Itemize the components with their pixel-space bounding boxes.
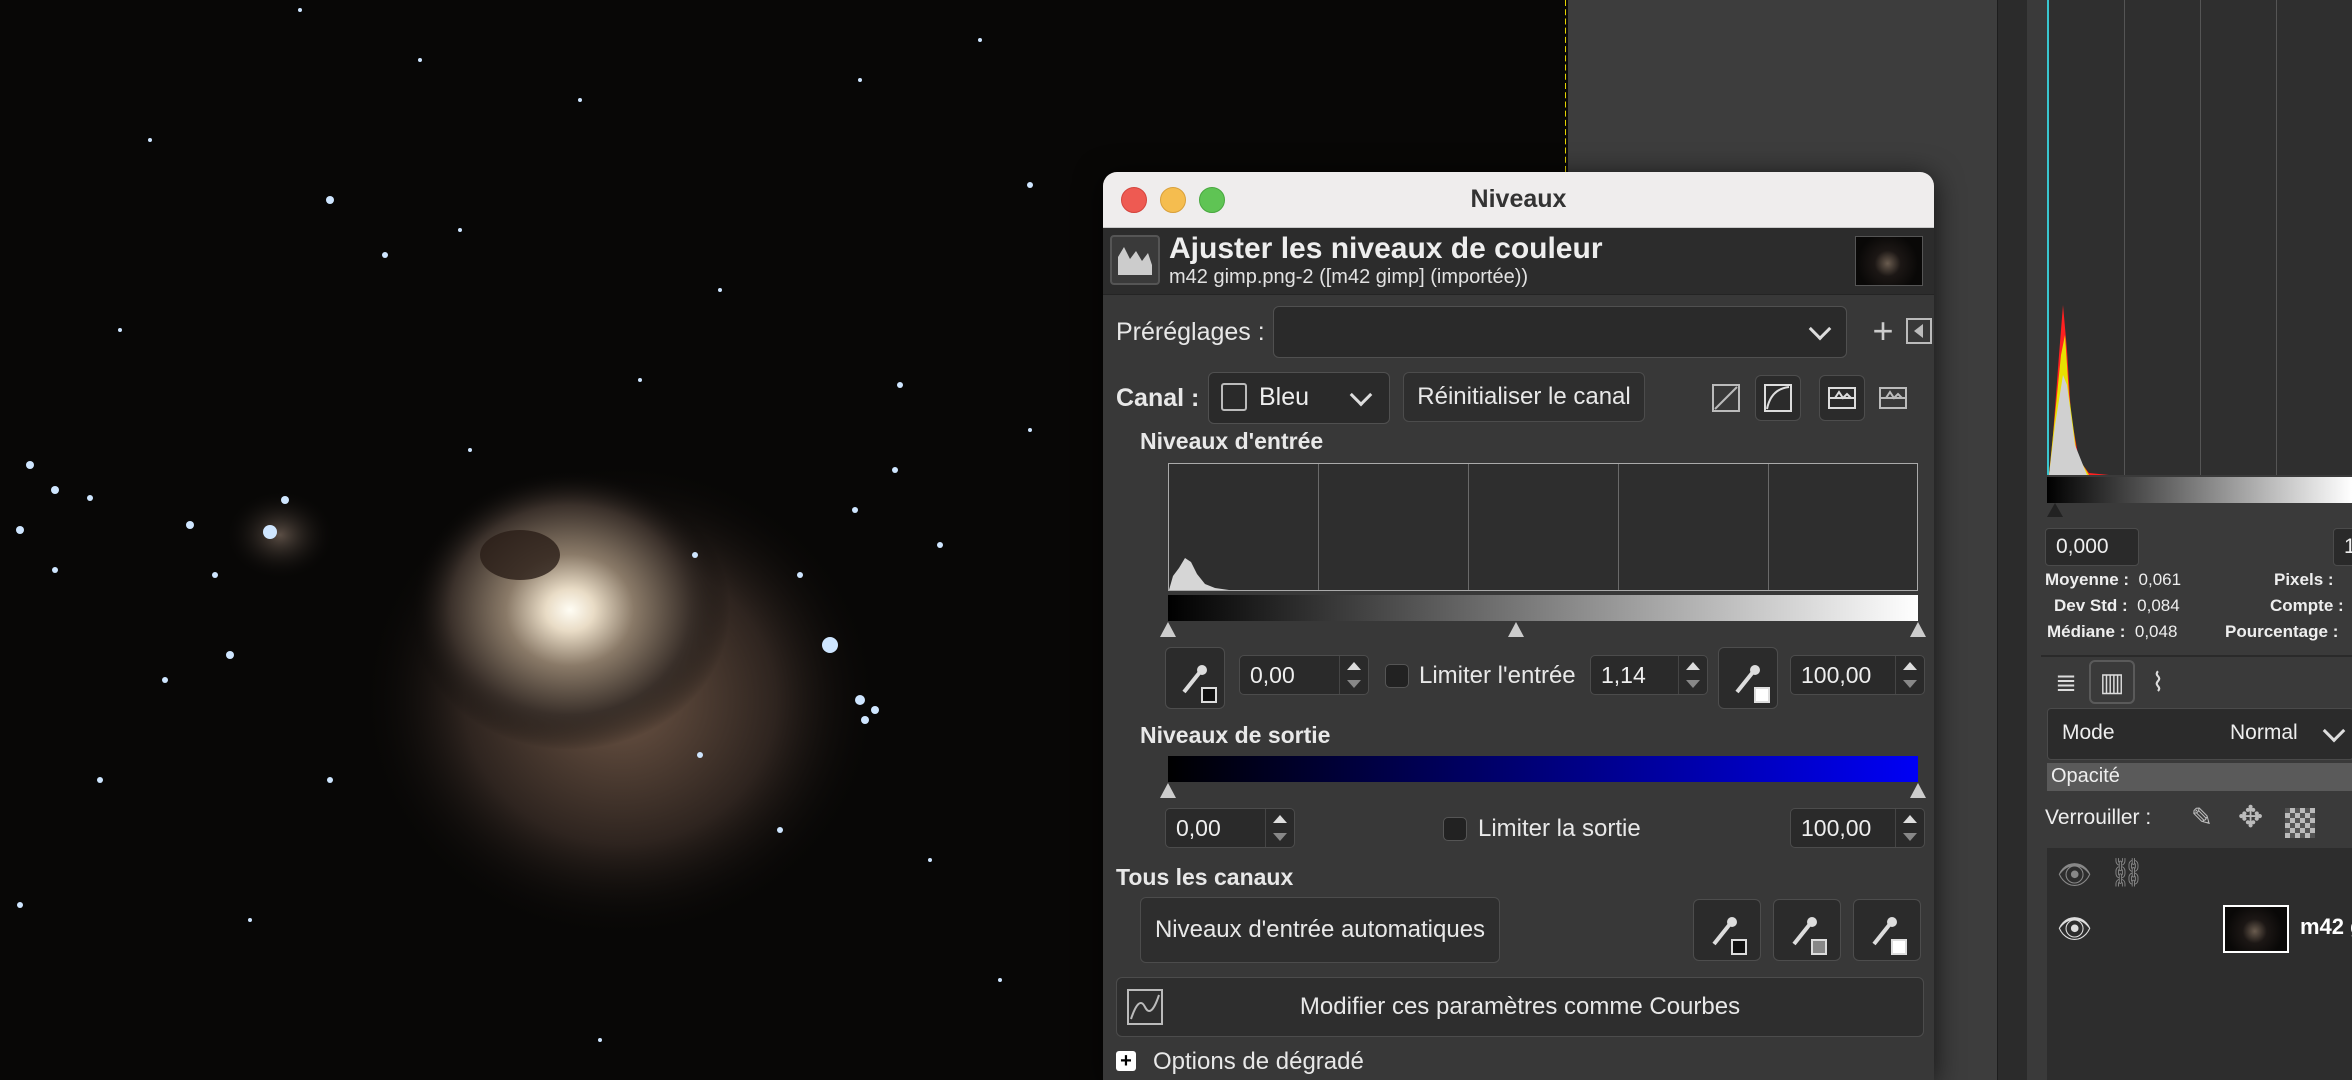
header-subtitle: m42 gimp.png-2 ([m42 gimp] (importée)) [1169,266,1529,288]
channel-label: Canal : [1116,384,1200,412]
alpha-lock-icon[interactable] [2285,808,2315,838]
dock-separator[interactable] [1997,0,2028,1080]
dialog-titlebar[interactable]: Niveaux [1103,172,1934,228]
histogram-view [2047,0,2352,475]
output-low-handle[interactable] [1160,783,1176,798]
dock-divider [2041,655,2352,657]
auto-black-picker[interactable] [1693,899,1761,961]
stat-pixels: Pixels : [2274,570,2334,589]
brush-lock-icon[interactable]: ✎ [2191,802,2213,833]
input-histogram [1168,463,1918,591]
reset-channel-button[interactable]: Réinitialiser le canal [1403,372,1645,422]
auto-input-levels-button[interactable]: Niveaux d'entrée automatiques [1140,897,1500,963]
right-dock: 0,000 1 Moyenne : 0,061 Dev Std : 0,084 … [2027,0,2352,1080]
histogram-gradient [2047,477,2352,503]
layer-thumbnail [2223,905,2289,953]
lock-row: Verrouiller : ✎ ✥ [2045,800,2352,840]
channel-value: Bleu [1259,383,1310,411]
output-low-spin[interactable]: 0,00 [1165,808,1295,848]
image-thumbnail [1855,236,1923,286]
opacity-label: Opacité [2051,765,2120,787]
stat-percentage: Pourcentage : [2225,622,2339,641]
stat-median: Médiane : 0,048 [2047,622,2178,641]
auto-gray-picker[interactable] [1773,899,1841,961]
stat-mean: Moyenne : 0,061 [2045,570,2182,589]
all-channels-title: Tous les canaux [1116,864,1294,890]
gamma-spin[interactable]: 1,14 [1590,655,1708,695]
histogram-overlay-icon[interactable] [1870,375,1916,421]
expand-icon[interactable]: + [1116,1051,1136,1071]
chevron-down-icon [1349,383,1373,407]
input-levels-title: Niveaux d'entrée [1140,428,1324,454]
stat-count: Compte : [2270,596,2344,615]
visibility-header-icon[interactable]: 👁 [2057,858,2093,891]
paths-tab-icon[interactable]: ⌇ [2135,660,2181,704]
preset-menu-icon[interactable] [1896,308,1934,354]
layers-list-empty [2047,960,2352,1080]
layer-mode-select[interactable]: Mode Normal [2047,708,2352,760]
output-gradient [1168,756,1918,782]
output-levels-title: Niveaux de sortie [1140,722,1331,748]
output-high-handle[interactable] [1910,783,1926,798]
histogram-range-low[interactable]: 0,000 [2045,528,2139,566]
presets-label: Préréglages : [1116,318,1265,346]
opacity-slider[interactable]: Opacité [2047,763,2352,791]
limit-input-label: Limiter l'entrée [1419,662,1576,689]
input-low-spin[interactable]: 0,00 [1239,655,1369,695]
channel-combo[interactable]: Bleu [1208,372,1390,424]
layer-name[interactable]: m42 gin [2300,914,2352,940]
layer-row[interactable]: 👁 m42 gin [2047,900,2352,960]
dialog-header: Ajuster les niveaux de couleur m42 gimp.… [1103,228,1934,295]
histogram-range-high[interactable]: 1 [2333,528,2352,566]
input-high-spin[interactable]: 100,00 [1790,655,1925,695]
guide-line [1565,0,1566,172]
move-lock-icon[interactable]: ✥ [2238,800,2263,835]
channels-tab-icon[interactable]: ▥ [2089,660,2135,704]
log-histogram-icon[interactable] [1755,375,1801,421]
input-high-handle[interactable] [1910,622,1926,637]
edit-as-curves-label: Modifier ces paramètres comme Courbes [1299,993,1741,1020]
input-histogram-peak [1169,558,1229,590]
limit-input-checkbox[interactable] [1385,664,1409,688]
histogram-low-handle[interactable] [2047,503,2063,517]
header-title: Ajuster les niveaux de couleur [1169,232,1603,265]
lock-label: Verrouiller : [2045,806,2152,829]
chevron-down-icon [1808,317,1832,341]
dialog-title: Niveaux [1470,185,1567,213]
gradient-options-label[interactable]: Options de dégradé [1153,1048,1364,1076]
channel-icon [1221,383,1247,411]
limit-output-label: Limiter la sortie [1478,815,1641,842]
auto-white-picker[interactable] [1853,899,1921,961]
gamma-handle[interactable] [1508,622,1524,637]
presets-combo[interactable] [1273,306,1847,358]
input-gradient [1168,595,1918,621]
chain-header-icon[interactable]: ⛓ [2109,856,2145,889]
mode-label: Mode [2062,721,2115,744]
histogram-mode-icon[interactable] [1819,375,1865,421]
linear-histogram-icon[interactable] [1703,375,1749,421]
mode-value: Normal [2230,721,2298,744]
black-point-picker[interactable] [1165,647,1225,709]
stat-stddev: Dev Std : 0,084 [2054,596,2180,615]
layers-header: 👁 ⛓ [2047,848,2352,901]
visibility-icon[interactable]: 👁 [2057,912,2093,945]
layers-tab-icon[interactable]: ≣ [2043,660,2089,704]
curves-icon [1125,987,1165,1027]
input-low-handle[interactable] [1160,622,1176,637]
white-point-picker[interactable] [1718,647,1778,709]
edit-as-curves-button[interactable]: Modifier ces paramètres comme Courbes [1116,977,1924,1037]
levels-dialog: Niveaux Ajuster les niveaux de couleur m… [1103,172,1934,1080]
levels-icon [1110,235,1160,285]
limit-output-checkbox[interactable] [1443,817,1467,841]
output-high-spin[interactable]: 100,00 [1790,808,1925,848]
chevron-down-icon [2322,719,2346,743]
histogram-peak [2049,305,2109,475]
